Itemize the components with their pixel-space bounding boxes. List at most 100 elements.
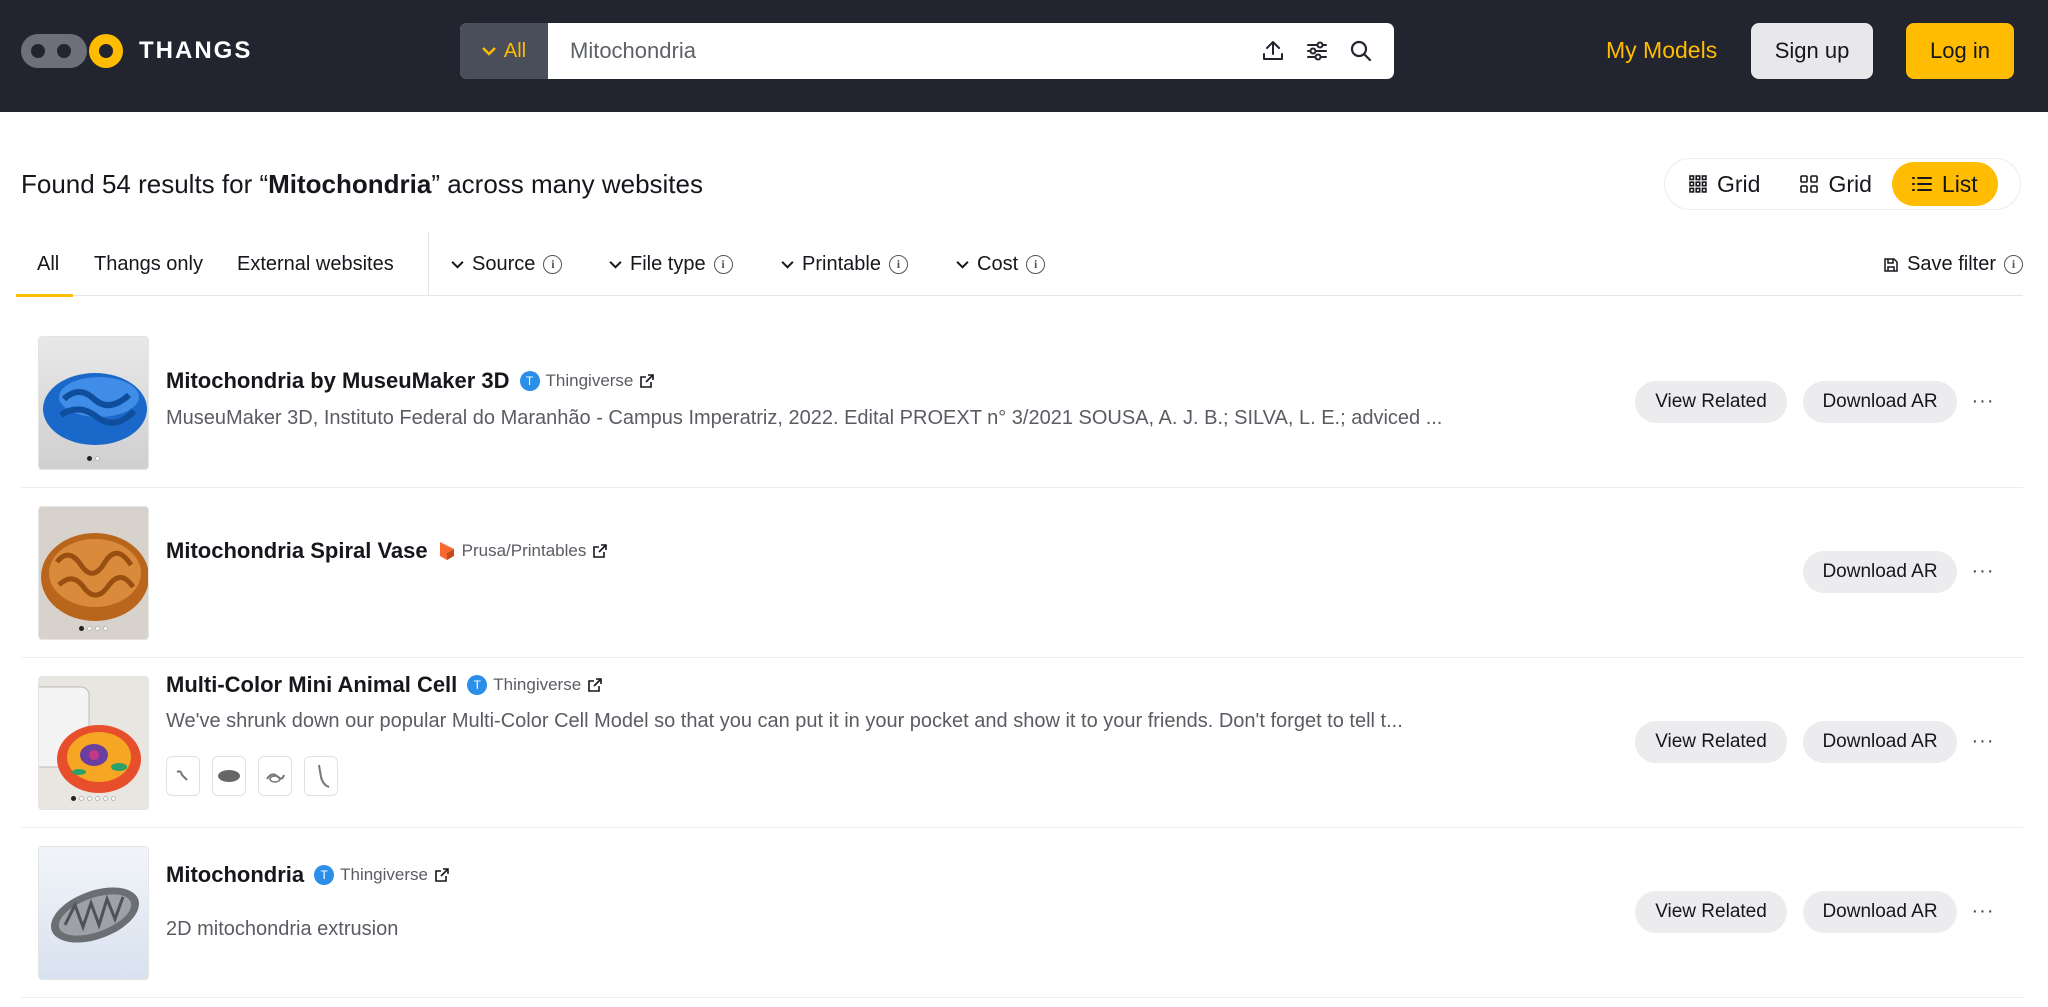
model-thumbnail[interactable] xyxy=(38,506,149,640)
list-item[interactable]: Mitochondria T Thingiverse 2D mitochondr… xyxy=(21,828,2023,998)
search-icon[interactable] xyxy=(1348,38,1374,64)
thingiverse-icon: T xyxy=(467,675,488,695)
chevron-down-icon xyxy=(482,47,496,56)
source-link[interactable]: T Thingiverse xyxy=(467,675,603,695)
info-icon[interactable]: i xyxy=(888,255,908,274)
tab-all[interactable]: All xyxy=(15,253,74,297)
view-related-button[interactable]: View Related xyxy=(1635,721,1787,763)
file-thumbnail[interactable] xyxy=(304,756,338,796)
source-name: Prusa/Printables xyxy=(461,541,587,560)
source-name: Thingiverse xyxy=(545,371,634,390)
view-label: Grid xyxy=(1717,170,1761,197)
source-name: Thingiverse xyxy=(493,675,582,694)
more-options-icon[interactable]: ··· xyxy=(1968,386,1998,416)
source-name: Thingiverse xyxy=(340,865,428,884)
filter-label: Cost xyxy=(977,253,1019,275)
results-prefix: Found 54 results for “ xyxy=(21,169,269,199)
view-related-button[interactable]: View Related xyxy=(1635,891,1787,933)
view-label: List xyxy=(1941,170,1978,197)
info-icon[interactable]: i xyxy=(543,255,563,274)
model-title-row: Mitochondria Spiral Vase Prusa/Printable… xyxy=(166,538,608,564)
brand-name: THANGS xyxy=(139,37,253,64)
view-toggle: Grid Grid List xyxy=(1664,158,2021,210)
download-ar-button[interactable]: Download AR xyxy=(1803,381,1957,423)
tab-thangs-only[interactable]: Thangs only xyxy=(94,253,203,276)
more-options-icon[interactable]: ··· xyxy=(1968,896,1998,926)
list-item[interactable]: Multi-Color Mini Animal Cell T Thingiver… xyxy=(21,658,2023,828)
source-link[interactable]: T Thingiverse xyxy=(519,371,656,391)
search-input[interactable] xyxy=(548,23,1260,79)
model-title-row: Mitochondria by MuseuMaker 3D T Thingive… xyxy=(166,368,655,394)
search-scope-label: All xyxy=(503,39,527,62)
sign-up-button[interactable]: Sign up xyxy=(1751,23,1873,79)
printable-filter-dropdown[interactable]: Printable i xyxy=(781,253,908,276)
thangs-logo[interactable]: THANGS xyxy=(21,32,252,70)
list-view-button[interactable]: List xyxy=(1891,162,1998,206)
list-item[interactable]: Mitochondria by MuseuMaker 3D T Thingive… xyxy=(21,318,2023,488)
printables-icon xyxy=(439,542,454,560)
chevron-down-icon xyxy=(609,261,622,269)
external-link-icon xyxy=(640,374,655,388)
divider xyxy=(428,232,429,295)
top-bar: THANGS All My Models Sign up Log in xyxy=(0,0,2048,112)
filter-bar: All Thangs only External websites Source… xyxy=(15,232,2023,297)
external-link-icon xyxy=(593,544,608,558)
grid-view-button[interactable]: Grid xyxy=(1780,162,1891,206)
save-filter-button[interactable]: Save filter i xyxy=(1883,253,2023,276)
model-thumbnail[interactable] xyxy=(38,846,149,980)
chevron-down-icon xyxy=(451,261,464,269)
file-thumbnail[interactable] xyxy=(166,756,200,796)
filter-settings-icon[interactable] xyxy=(1304,38,1330,64)
external-link-icon xyxy=(435,868,449,882)
upload-icon[interactable] xyxy=(1260,38,1286,64)
filter-label: Source xyxy=(472,253,536,275)
search-scope-dropdown[interactable]: All xyxy=(460,23,548,79)
model-thumbnail[interactable] xyxy=(38,676,149,810)
log-in-button[interactable]: Log in xyxy=(1906,23,2014,79)
file-thumbnail[interactable] xyxy=(258,756,292,796)
model-title[interactable]: Mitochondria Spiral Vase xyxy=(166,538,428,564)
filter-label: File type xyxy=(630,253,706,275)
download-ar-button[interactable]: Download AR xyxy=(1803,721,1957,763)
file-thumbnail[interactable] xyxy=(212,756,246,796)
info-icon[interactable]: i xyxy=(713,255,733,274)
more-options-icon[interactable]: ··· xyxy=(1968,726,1998,756)
view-label: Grid xyxy=(1828,170,1872,197)
download-ar-button[interactable]: Download AR xyxy=(1803,551,1957,593)
logo-mark-icon xyxy=(21,34,87,68)
view-related-button[interactable]: View Related xyxy=(1635,381,1787,423)
results-heading: Found 54 results for “Mitochondria” acro… xyxy=(21,169,703,200)
model-title[interactable]: Multi-Color Mini Animal Cell xyxy=(166,672,457,698)
dense-grid-view-button[interactable]: Grid xyxy=(1669,162,1780,206)
my-models-link[interactable]: My Models xyxy=(1606,37,1717,64)
download-ar-button[interactable]: Download AR xyxy=(1803,891,1957,933)
external-link-icon xyxy=(588,678,602,692)
tab-external-websites[interactable]: External websites xyxy=(237,253,394,276)
source-link[interactable]: Prusa/Printables xyxy=(438,541,609,561)
thingiverse-icon: T xyxy=(314,865,335,885)
file-thumbnails xyxy=(166,756,338,796)
list-icon xyxy=(1911,177,1932,191)
filter-label: Printable xyxy=(802,253,881,275)
model-description: 2D mitochondria extrusion xyxy=(166,918,399,940)
source-link[interactable]: T Thingiverse xyxy=(314,865,450,885)
search-bar: All xyxy=(460,23,1394,79)
grid-icon xyxy=(1800,175,1819,193)
cost-filter-dropdown[interactable]: Cost i xyxy=(956,253,1046,276)
model-title-row: Multi-Color Mini Animal Cell T Thingiver… xyxy=(166,672,603,698)
chevron-down-icon xyxy=(781,261,794,269)
file-type-filter-dropdown[interactable]: File type i xyxy=(609,253,733,276)
info-icon[interactable]: i xyxy=(2004,255,2023,274)
info-icon[interactable]: i xyxy=(1026,255,1046,274)
model-title[interactable]: Mitochondria by MuseuMaker 3D xyxy=(166,368,510,394)
more-options-icon[interactable]: ··· xyxy=(1968,556,1998,586)
chevron-down-icon xyxy=(956,261,969,269)
model-title[interactable]: Mitochondria xyxy=(166,862,304,888)
results-suffix: ” across many websites xyxy=(431,169,703,199)
model-description: We've shrunk down our popular Multi-Colo… xyxy=(166,710,1403,732)
dense-grid-icon xyxy=(1689,175,1707,193)
list-item[interactable]: Mitochondria Spiral Vase Prusa/Printable… xyxy=(21,488,2023,658)
source-filter-dropdown[interactable]: Source i xyxy=(451,253,563,276)
model-thumbnail[interactable] xyxy=(38,336,149,470)
model-title-row: Mitochondria T Thingiverse xyxy=(166,862,450,888)
